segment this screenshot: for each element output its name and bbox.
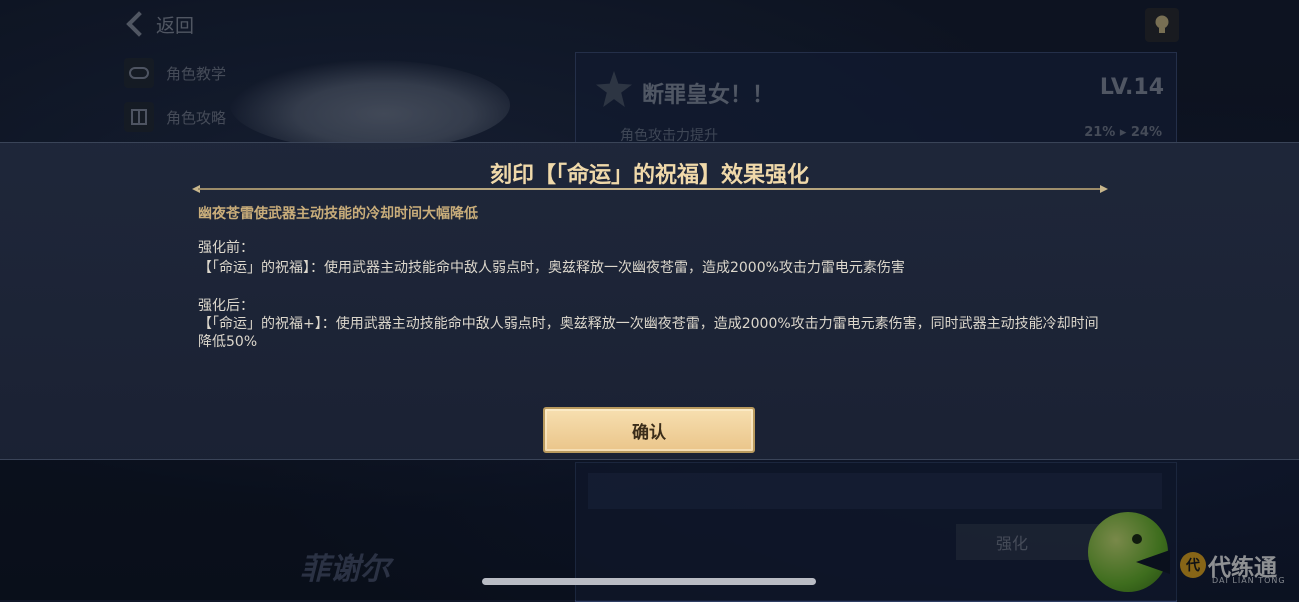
after-label: 强化后：: [198, 298, 254, 314]
title-divider: [192, 185, 1108, 193]
divider-end-right: [1100, 185, 1108, 193]
divider-line: [198, 188, 1102, 190]
before-text: 【「命运」的祝福】：使用武器主动技能命中敌人弱点时，奥兹释放一次幽夜苍雷，造成2…: [198, 260, 905, 276]
confirm-label: 确认: [632, 422, 666, 443]
before-label: 强化前：: [198, 240, 254, 256]
enhancement-dialog: 刻印【「命运」的祝福】效果强化 幽夜苍雷使武器主动技能的冷却时间大幅降低 强化前…: [0, 142, 1299, 460]
dialog-title: 刻印【「命运」的祝福】效果强化: [489, 163, 809, 188]
confirm-button[interactable]: 确认: [543, 407, 755, 453]
home-indicator[interactable]: [482, 578, 816, 585]
effect-summary: 幽夜苍雷使武器主动技能的冷却时间大幅降低: [198, 206, 478, 222]
after-text: 【「命运」的祝福+】：使用武器主动技能命中敌人弱点时，奥兹释放一次幽夜苍雷，造成…: [198, 316, 1099, 350]
